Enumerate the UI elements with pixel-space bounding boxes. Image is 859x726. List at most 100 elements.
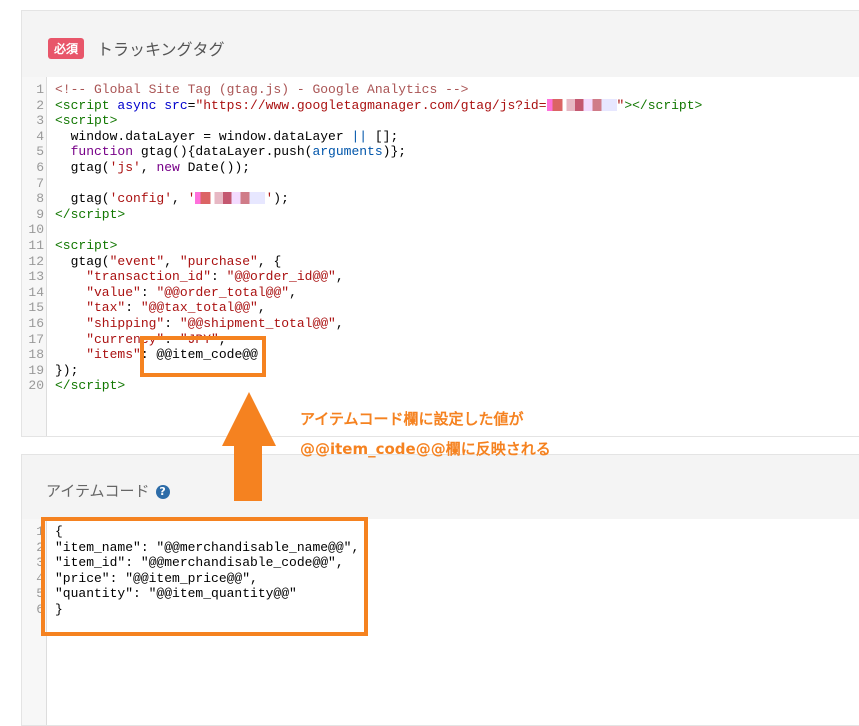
code-token: "purchase" — [179, 253, 258, 269]
code-token: <script — [55, 97, 118, 113]
code-token: gtag( — [55, 253, 110, 269]
code-token: gtag( — [55, 159, 110, 175]
line-number: 13 — [28, 269, 44, 285]
code-line: window.dataLayer = window.dataLayer || [… — [55, 129, 702, 145]
code-token: )}; — [382, 144, 407, 160]
code-token: </script> — [55, 206, 126, 222]
code-token: : — [211, 269, 227, 285]
line-number: 7 — [36, 175, 44, 191]
code-token: , — [335, 269, 344, 285]
code-token: , — [164, 253, 180, 269]
code-token: , { — [257, 253, 282, 269]
code-token: </script> — [55, 378, 126, 394]
line-number: 5 — [36, 144, 44, 160]
code-line: "value": "@@order_total@@", — [55, 285, 702, 301]
code-token: async src — [117, 97, 188, 113]
code-line: "tax": "@@tax_total@@", — [55, 300, 702, 316]
code-token: : — [140, 284, 157, 300]
code-token: , — [335, 315, 344, 331]
code-token: "transaction_id" — [55, 269, 212, 285]
item-code-title: アイテムコード — [46, 482, 150, 500]
tracking-tag-editor[interactable]: 1 2 3 4 5 6 7 8 9 10 11 12 13 14 15 16 17 18 19 20 <!-- Glo… — [22, 77, 859, 436]
code-token: <script> — [55, 237, 118, 253]
code-token: []; — [367, 128, 399, 144]
line-number: 1 — [36, 82, 44, 97]
code-token: || — [351, 128, 368, 144]
redacted-id — [546, 98, 617, 111]
code-token: "https://www.googletagmanager.com/gtag/j… — [195, 97, 547, 113]
code-token: "value" — [55, 284, 141, 300]
code-line: gtag("event", "purchase", { — [55, 254, 702, 270]
arrow-shaft — [234, 445, 262, 501]
item-code-field-highlight-box — [41, 517, 368, 636]
line-number: 2 — [36, 97, 44, 113]
code-token: ); — [273, 191, 289, 207]
code-token: 'js' — [109, 159, 141, 175]
required-badge: 必須 — [48, 38, 85, 59]
line-number: 18 — [28, 347, 44, 363]
code-token: "@@order_id@@" — [226, 269, 336, 285]
code-line: gtag('js', new Date()); — [55, 160, 702, 176]
code-token: window.dataLayer = window.dataLayer — [55, 128, 352, 144]
code-line: <!-- Global Site Tag (gtag.js) - Google … — [55, 82, 702, 98]
code-token: "event" — [109, 253, 165, 269]
arrow-up-icon — [222, 392, 276, 446]
code-token: "@@order_total@@" — [156, 284, 290, 300]
line-number: 11 — [28, 237, 44, 253]
code-line: <script async src="https://www.googletag… — [55, 98, 702, 114]
code-token: 'config' — [109, 191, 173, 207]
code-line: <script> — [55, 238, 702, 254]
line-number: 4 — [36, 128, 44, 144]
line-number: 12 — [28, 253, 44, 269]
code-line: </script> — [55, 378, 702, 394]
line-number: 17 — [28, 331, 44, 347]
tracking-tag-label: トラッキングタグ — [97, 40, 225, 59]
code-token: "@@tax_total@@" — [140, 300, 258, 316]
code-token: <script> — [55, 113, 118, 129]
tracking-tag-header: 必須 トラッキングタグ — [22, 11, 859, 77]
code-line: "transaction_id": "@@order_id@@", — [55, 269, 702, 285]
code-token: "tax" — [55, 300, 126, 316]
item-code-label: アイテムコード? — [46, 480, 170, 501]
code-token: "@@shipment_total@@" — [179, 315, 336, 331]
item-code-highlight-box — [140, 336, 266, 377]
code-token: , — [140, 159, 157, 175]
code-token: : — [125, 300, 141, 316]
annotation-line-2: @@item_code@@欄に反映される — [300, 440, 551, 458]
line-number: 6 — [36, 159, 44, 175]
code-token: , — [172, 191, 188, 207]
line-number: 16 — [28, 315, 44, 331]
line-number: 8 — [36, 191, 44, 207]
code-token: Date()); — [179, 159, 251, 175]
code-token: gtag(){dataLayer.push( — [133, 144, 313, 160]
line-number: 15 — [28, 300, 44, 316]
code-token: : — [164, 315, 180, 331]
redacted-id — [195, 192, 266, 205]
line-number-gutter: 1 2 3 4 5 6 7 8 9 10 11 12 13 14 15 16 17 18 19 20 — [22, 77, 47, 436]
line-number: 14 — [28, 284, 44, 300]
line-number: 20 — [28, 378, 44, 394]
code-line: </script> — [55, 207, 702, 223]
line-number: 19 — [28, 362, 44, 378]
code-token: arguments — [312, 144, 383, 160]
code-token: , — [257, 300, 266, 316]
code-token: <!-- Global Site Tag (gtag.js) - Google … — [55, 82, 469, 97]
help-icon[interactable]: ? — [155, 485, 170, 499]
code-line: "shipping": "@@shipment_total@@", — [55, 316, 702, 332]
code-token: }); — [55, 362, 79, 378]
code-line: function gtag(){dataLayer.push(arguments… — [55, 144, 702, 160]
code-token: ></script> — [624, 97, 703, 113]
code-line: gtag('config', ' '); — [55, 191, 702, 207]
code-lines[interactable]: <!-- Global Site Tag (gtag.js) - Google … — [47, 77, 702, 436]
line-number: 10 — [28, 222, 44, 238]
code-token: new — [156, 159, 180, 175]
item-code-header: アイテムコード? — [22, 455, 859, 521]
annotation-line-1: アイテムコード欄に設定した値が — [300, 410, 524, 428]
code-token: "items" — [55, 347, 141, 363]
code-line: <script> — [55, 113, 702, 129]
code-token: ' — [187, 191, 196, 207]
code-token: "shipping" — [55, 315, 165, 331]
line-number: 9 — [36, 206, 44, 222]
